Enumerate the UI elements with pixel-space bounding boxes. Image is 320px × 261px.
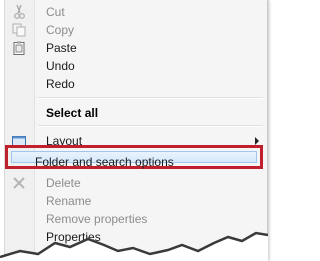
menu-item-folder-and-search-options[interactable]: Folder and search options	[11, 151, 257, 169]
torn-edge-decoration	[0, 231, 268, 261]
menu-item-undo[interactable]: Undo	[5, 57, 267, 75]
cut-icon	[11, 4, 27, 20]
menu-item-select-all[interactable]: Select all	[5, 104, 267, 122]
menu-item-label: Undo	[46, 59, 75, 73]
menu-item-label: Copy	[46, 23, 75, 37]
menu-item-label: Delete	[46, 176, 81, 190]
menu-item-label: Folder and search options	[35, 155, 174, 169]
menu-item-delete[interactable]: Delete	[5, 174, 267, 192]
menu-separator	[38, 97, 263, 99]
menu-item-label: Redo	[46, 77, 75, 91]
menu-item-label: Select all	[46, 106, 99, 120]
menu-separator	[38, 125, 263, 127]
menu-item-label: Rename	[46, 194, 92, 208]
submenu-arrow-icon	[255, 137, 259, 145]
menu-item-copy[interactable]: Copy	[5, 21, 267, 39]
menu-item-label: Paste	[46, 41, 77, 55]
menu-item-label: Cut	[46, 5, 65, 19]
menu-item-cut[interactable]: Cut	[5, 3, 267, 21]
menu-item-paste[interactable]: Paste	[5, 39, 267, 57]
copy-icon	[11, 22, 27, 38]
highlight-frame: Folder and search options	[5, 145, 263, 169]
paste-icon	[11, 40, 27, 56]
menu-item-rename[interactable]: Rename	[5, 192, 267, 210]
menu-item-redo[interactable]: Redo	[5, 75, 267, 93]
delete-icon	[11, 175, 27, 191]
